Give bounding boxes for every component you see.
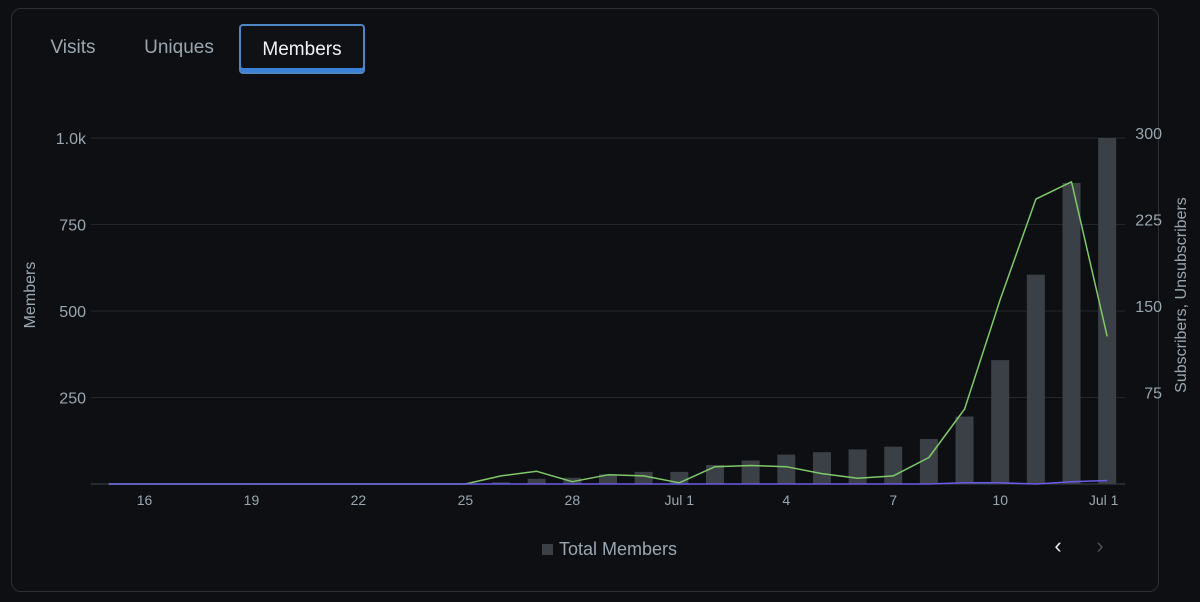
legend-swatch <box>542 543 553 555</box>
legend-label: Total Members <box>559 538 678 559</box>
y2-tick-label: 150 <box>1135 299 1162 316</box>
bar <box>1062 182 1081 485</box>
x-tick-label: 22 <box>351 492 367 508</box>
bar <box>527 478 546 484</box>
y2-tick-label: 75 <box>1144 386 1162 403</box>
x-tick-label: 28 <box>565 492 581 508</box>
bar <box>634 471 653 484</box>
members-chart: 250 500 750 1.0k 75 150 225 300 16 19 22 25 28 Jul 1 4… <box>22 126 1190 508</box>
bar <box>1026 274 1045 484</box>
legend-total-members[interactable]: Total Members <box>542 538 677 560</box>
x-tick-label: 7 <box>889 492 897 508</box>
y-tick-label: 750 <box>59 218 86 235</box>
y-axis-title: Members <box>22 262 39 329</box>
x-tick-label: 16 <box>137 492 153 508</box>
x-tick-label: 25 <box>458 492 474 508</box>
y2-tick-label: 225 <box>1135 213 1162 230</box>
y2-tick-label: 300 <box>1135 126 1162 143</box>
bar <box>741 460 760 484</box>
bar <box>884 446 903 484</box>
y-tick-label: 1.0k <box>56 131 87 148</box>
bar <box>812 452 831 484</box>
bar <box>705 464 724 484</box>
x-tick-label: Jul 1 <box>665 492 695 508</box>
y-tick-label: 500 <box>59 304 86 321</box>
y-tick-label: 250 <box>59 391 86 408</box>
bar <box>955 416 974 484</box>
x-tick-label: Jul 1 <box>1089 492 1119 508</box>
y2-axis-title: Subscribers, Unsubscribers <box>1173 197 1190 393</box>
bar <box>991 360 1010 484</box>
chevron-left-icon[interactable]: ‹ <box>1046 532 1070 560</box>
bar <box>777 454 796 484</box>
chevron-right-icon[interactable]: › <box>1088 532 1112 560</box>
x-tick-label: 19 <box>244 492 260 508</box>
x-tick-label: 10 <box>992 492 1008 508</box>
x-tick-label: 4 <box>782 492 790 508</box>
